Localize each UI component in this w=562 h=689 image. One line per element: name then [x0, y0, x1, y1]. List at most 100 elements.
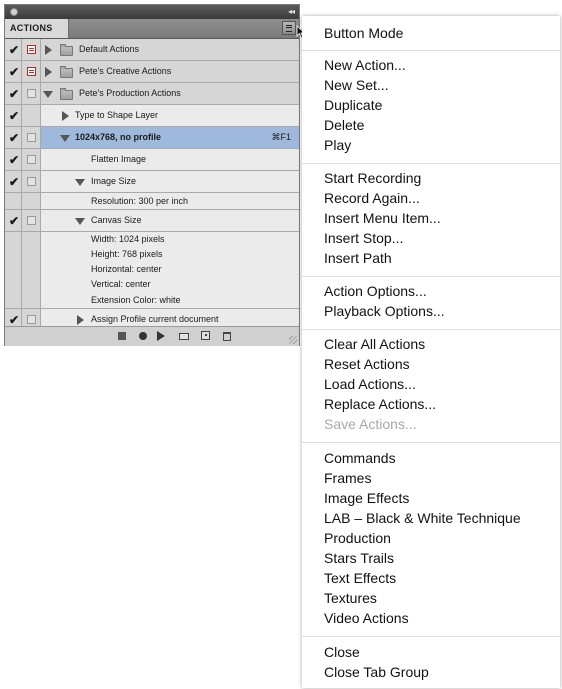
- collapse-triangle-icon[interactable]: [43, 91, 53, 98]
- toggle-item-column[interactable]: ✔: [5, 149, 22, 170]
- dialog-on-icon[interactable]: [27, 45, 36, 54]
- action-set-main[interactable]: Pete's Creative Actions: [41, 61, 299, 82]
- collapse-triangle-icon[interactable]: [75, 218, 85, 225]
- stop-button[interactable]: [118, 332, 126, 340]
- toggle-item-column[interactable]: ✔: [5, 61, 22, 82]
- dialog-toggle-column[interactable]: [22, 39, 41, 60]
- expand-triangle-icon[interactable]: [77, 315, 84, 325]
- action-set-main[interactable]: Default Actions: [41, 39, 299, 60]
- checkmark-icon[interactable]: ✔: [9, 314, 19, 326]
- menu-item-reset-actions[interactable]: Reset Actions: [324, 355, 410, 373]
- menu-item-clear-all-actions[interactable]: Clear All Actions: [324, 335, 425, 353]
- resize-grip-icon[interactable]: [289, 336, 297, 344]
- expand-triangle-icon[interactable]: [45, 45, 52, 55]
- command-detail-label: Vertical: center: [91, 279, 151, 289]
- command-main[interactable]: Image Size: [41, 171, 299, 192]
- menu-item-record-again[interactable]: Record Again...: [324, 189, 420, 207]
- toggle-item-column[interactable]: ✔: [5, 171, 22, 192]
- menu-item-stars-trails[interactable]: Stars Trails: [324, 549, 394, 567]
- dialog-toggle-column[interactable]: [22, 149, 41, 170]
- menu-item-new-set[interactable]: New Set...: [324, 76, 389, 94]
- action-set-row[interactable]: ✔ Pete's Creative Actions: [5, 61, 299, 83]
- toggle-item-column[interactable]: ✔: [5, 127, 22, 148]
- checkmark-icon[interactable]: ✔: [9, 132, 19, 144]
- checkmark-icon[interactable]: ✔: [9, 110, 19, 122]
- delete-button[interactable]: [223, 332, 231, 341]
- dialog-toggle-column[interactable]: [22, 171, 41, 192]
- menu-item-textures[interactable]: Textures: [324, 589, 377, 607]
- expand-triangle-icon[interactable]: [45, 67, 52, 77]
- checkmark-icon[interactable]: ✔: [9, 154, 19, 166]
- command-main[interactable]: Flatten Image: [41, 149, 299, 170]
- command-row[interactable]: ✔ Image Size: [5, 171, 299, 193]
- action-main[interactable]: Type to Shape Layer: [41, 105, 299, 126]
- command-row[interactable]: ✔ Canvas Size: [5, 210, 299, 232]
- dialog-toggle-column[interactable]: [22, 127, 41, 148]
- shortcut-label: ⌘F1: [271, 132, 291, 142]
- menu-item-commands[interactable]: Commands: [324, 449, 396, 467]
- menu-item-playback-options[interactable]: Playback Options...: [324, 302, 445, 320]
- menu-item-load-actions[interactable]: Load Actions...: [324, 375, 416, 393]
- menu-item-replace-actions[interactable]: Replace Actions...: [324, 395, 436, 413]
- panel-title-bar[interactable]: ◂◂: [5, 5, 299, 19]
- menu-item-close[interactable]: Close: [324, 643, 360, 661]
- tab-actions[interactable]: ACTIONS: [5, 19, 69, 38]
- menu-item-insert-path[interactable]: Insert Path: [324, 249, 392, 267]
- menu-item-image-effects[interactable]: Image Effects: [324, 489, 409, 507]
- toggle-item-column[interactable]: ✔: [5, 39, 22, 60]
- action-row-selected[interactable]: ✔ 1024x768, no profile ⌘F1: [5, 127, 299, 149]
- toggle-item-column[interactable]: ✔: [5, 105, 22, 126]
- menu-item-action-options[interactable]: Action Options...: [324, 282, 427, 300]
- menu-item-insert-menu-item[interactable]: Insert Menu Item...: [324, 209, 441, 227]
- menu-item-close-tab-group[interactable]: Close Tab Group: [324, 663, 429, 681]
- dialog-toggle-column[interactable]: [22, 83, 41, 104]
- menu-item-production[interactable]: Production: [324, 529, 391, 547]
- checkmark-icon[interactable]: ✔: [9, 88, 19, 100]
- checkmark-icon[interactable]: ✔: [9, 66, 19, 78]
- collapse-icon[interactable]: ◂◂: [288, 6, 295, 18]
- checkmark-icon[interactable]: ✔: [9, 44, 19, 56]
- menu-item-play[interactable]: Play: [324, 136, 351, 154]
- menu-item-lab-black-white[interactable]: LAB – Black & White Technique: [324, 509, 521, 527]
- dialog-on-icon[interactable]: [27, 67, 36, 76]
- checkmark-icon[interactable]: ✔: [9, 215, 19, 227]
- menu-item-insert-stop[interactable]: Insert Stop...: [324, 229, 403, 247]
- action-set-main[interactable]: Pete's Production Actions: [41, 83, 299, 104]
- action-main[interactable]: 1024x768, no profile ⌘F1: [41, 127, 299, 148]
- dialog-off-icon[interactable]: [27, 315, 36, 324]
- panel-menu-button[interactable]: [282, 21, 296, 35]
- checkmark-icon[interactable]: ✔: [9, 176, 19, 188]
- play-button[interactable]: [157, 331, 165, 341]
- dialog-toggle-column[interactable]: [22, 210, 41, 231]
- dialog-off-icon[interactable]: [27, 133, 36, 142]
- dialog-off-icon[interactable]: [27, 89, 36, 98]
- menu-item-new-action[interactable]: New Action...: [324, 56, 406, 74]
- action-set-row[interactable]: ✔ Default Actions: [5, 39, 299, 61]
- command-main[interactable]: Canvas Size: [41, 210, 299, 231]
- dialog-toggle-column[interactable]: [22, 61, 41, 82]
- menu-item-start-recording[interactable]: Start Recording: [324, 169, 421, 187]
- record-button[interactable]: [139, 332, 147, 340]
- menu-item-video-actions[interactable]: Video Actions: [324, 609, 409, 627]
- toggle-item-column[interactable]: ✔: [5, 83, 22, 104]
- action-row[interactable]: ✔ Type to Shape Layer: [5, 105, 299, 127]
- dialog-toggle-column[interactable]: [22, 105, 41, 126]
- dialog-off-icon[interactable]: [27, 155, 36, 164]
- menu-item-button-mode[interactable]: Button Mode: [324, 24, 403, 42]
- menu-item-frames[interactable]: Frames: [324, 469, 371, 487]
- close-icon[interactable]: [10, 8, 18, 16]
- expand-triangle-icon[interactable]: [62, 111, 69, 121]
- menu-item-duplicate[interactable]: Duplicate: [324, 96, 382, 114]
- dialog-off-icon[interactable]: [27, 216, 36, 225]
- toggle-item-column[interactable]: ✔: [5, 210, 22, 231]
- empty-cell: [5, 292, 22, 308]
- collapse-triangle-icon[interactable]: [75, 179, 85, 186]
- menu-item-delete[interactable]: Delete: [324, 116, 364, 134]
- command-row[interactable]: ✔ Flatten Image: [5, 149, 299, 171]
- action-set-row[interactable]: ✔ Pete's Production Actions: [5, 83, 299, 105]
- new-set-button[interactable]: [179, 333, 189, 340]
- new-action-button[interactable]: [201, 331, 210, 340]
- menu-item-text-effects[interactable]: Text Effects: [324, 569, 396, 587]
- dialog-off-icon[interactable]: [27, 177, 36, 186]
- collapse-triangle-icon[interactable]: [60, 135, 70, 142]
